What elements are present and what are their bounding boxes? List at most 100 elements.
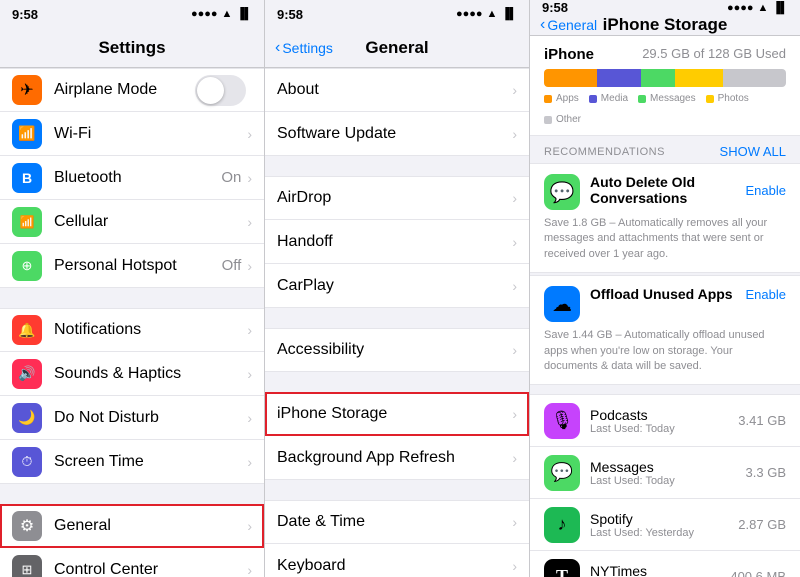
cellular-chevron: ›	[247, 214, 252, 230]
row-carplay[interactable]: CarPlay ›	[265, 264, 529, 308]
msep4	[265, 480, 529, 500]
wifi-icon: ▲	[222, 8, 233, 20]
legend-label-photos: Photos	[718, 93, 749, 104]
screentime-icon: ⏱	[12, 447, 42, 477]
rec-enable-auto-delete[interactable]: Enable	[746, 183, 786, 198]
control-chevron: ›	[247, 562, 252, 577]
spotify-size: 2.87 GB	[738, 517, 786, 532]
rec-title-offload: Offload Unused Apps	[590, 286, 733, 302]
sounds-chevron: ›	[247, 366, 252, 382]
cellular-icon: 📶	[12, 207, 42, 237]
bluetooth-label: Bluetooth	[54, 169, 221, 187]
storage-back-btn[interactable]: ‹ General	[540, 16, 597, 34]
status-icons-left: ●●●● ▲ ▐▌	[191, 8, 252, 20]
keyboard-chevron: ›	[512, 558, 517, 574]
screentime-label: Screen Time	[54, 453, 247, 471]
signal-icon-m: ●●●●	[456, 8, 483, 20]
row-iphone-storage[interactable]: iPhone Storage ›	[265, 392, 529, 436]
wifi-icon-r: ▲	[758, 2, 769, 14]
sounds-label: Sounds & Haptics	[54, 365, 247, 383]
podcasts-size: 3.41 GB	[738, 413, 786, 428]
general-list: About › Software Update › AirDrop › Hand…	[265, 68, 529, 577]
general-back-btn[interactable]: ‹ Settings	[275, 39, 333, 57]
about-chevron: ›	[512, 82, 517, 98]
row-hotspot[interactable]: ⊕ Personal Hotspot Off ›	[0, 244, 264, 288]
row-airplane[interactable]: ✈ Airplane Mode	[0, 68, 264, 112]
row-sounds[interactable]: 🔊 Sounds & Haptics ›	[0, 352, 264, 396]
app-row-messages[interactable]: 💬 Messages Last Used: Today 3.3 GB	[530, 447, 800, 499]
dnd-label: Do Not Disturb	[54, 409, 247, 427]
row-airdrop[interactable]: AirDrop ›	[265, 176, 529, 220]
general-section-4: iPhone Storage › Background App Refresh …	[265, 392, 529, 480]
date-time-label: Date & Time	[277, 513, 512, 531]
sounds-icon: 🔊	[12, 359, 42, 389]
legend-dot-media	[589, 95, 597, 103]
airplane-toggle[interactable]	[195, 75, 246, 106]
messages-size: 3.3 GB	[746, 465, 786, 480]
row-software[interactable]: Software Update ›	[265, 112, 529, 156]
legend-label-other: Other	[556, 114, 581, 125]
general-icon: ⚙	[12, 511, 42, 541]
podcasts-name: Podcasts	[590, 407, 738, 423]
storage-bar-header: iPhone 29.5 GB of 128 GB Used	[544, 46, 786, 63]
battery-icon: ▐▌	[236, 8, 252, 20]
bluetooth-value: On	[221, 169, 241, 186]
right-nav-bar: ‹ General iPhone Storage	[530, 15, 800, 36]
row-about[interactable]: About ›	[265, 68, 529, 112]
control-label: Control Center	[54, 561, 247, 577]
legend-label-media: Media	[601, 93, 628, 104]
general-label: General	[54, 517, 247, 535]
rec-icon-offload: ☁	[544, 286, 580, 322]
general-panel: 9:58 ●●●● ▲ ▐▌ ‹ Settings General About …	[265, 0, 530, 577]
nytimes-info: NYTimes Last Used: 4/30/19	[590, 563, 730, 577]
battery-icon-m: ▐▌	[501, 8, 517, 20]
row-dnd[interactable]: 🌙 Do Not Disturb ›	[0, 396, 264, 440]
app-row-nytimes[interactable]: T NYTimes Last Used: 4/30/19 400.6 MB	[530, 551, 800, 577]
rec-title-auto-delete: Auto Delete Old Conversations	[590, 174, 746, 206]
date-time-chevron: ›	[512, 514, 517, 530]
legend-photos: Photos	[706, 93, 749, 104]
nytimes-icon: T	[544, 559, 580, 577]
carplay-label: CarPlay	[277, 277, 512, 295]
messages-last-used: Last Used: Today	[590, 475, 746, 487]
row-cellular[interactable]: 📶 Cellular ›	[0, 200, 264, 244]
rec-show-all-btn[interactable]: SHOW ALL	[720, 144, 786, 159]
row-bg-refresh[interactable]: Background App Refresh ›	[265, 436, 529, 480]
section-alerts: 🔔 Notifications › 🔊 Sounds & Haptics › 🌙…	[0, 308, 264, 484]
middle-nav-title: General	[365, 38, 428, 58]
nytimes-size: 400.6 MB	[730, 569, 786, 577]
airplane-label: Airplane Mode	[54, 81, 195, 99]
keyboard-label: Keyboard	[277, 557, 512, 575]
row-notifications[interactable]: 🔔 Notifications ›	[0, 308, 264, 352]
storage-used-label: 29.5 GB of 128 GB Used	[642, 46, 786, 63]
row-keyboard[interactable]: Keyboard ›	[265, 544, 529, 577]
row-date-time[interactable]: Date & Time ›	[265, 500, 529, 544]
msep2	[265, 308, 529, 328]
row-general[interactable]: ⚙ General ›	[0, 504, 264, 548]
app-row-spotify[interactable]: ♪ Spotify Last Used: Yesterday 2.87 GB	[530, 499, 800, 551]
row-bluetooth[interactable]: B Bluetooth On ›	[0, 156, 264, 200]
row-wifi[interactable]: 📶 Wi-Fi ›	[0, 112, 264, 156]
row-accessibility[interactable]: Accessibility ›	[265, 328, 529, 372]
podcasts-icon: 🎙	[544, 403, 580, 439]
row-handoff[interactable]: Handoff ›	[265, 220, 529, 264]
messages-app-name: Messages	[590, 459, 746, 475]
dnd-icon: 🌙	[12, 403, 42, 433]
row-screentime[interactable]: ⏱ Screen Time ›	[0, 440, 264, 484]
accessibility-chevron: ›	[512, 342, 517, 358]
rec-title-row-2: Offload Unused Apps Enable	[590, 286, 786, 302]
iphone-storage-chevron: ›	[512, 406, 517, 422]
time-right: 9:58	[542, 0, 568, 15]
spotify-icon: ♪	[544, 507, 580, 543]
rec-enable-offload[interactable]: Enable	[746, 287, 786, 302]
row-control[interactable]: ⊞ Control Center ›	[0, 548, 264, 577]
back-chevron-m: ‹	[275, 39, 280, 57]
bluetooth-chevron: ›	[247, 170, 252, 186]
battery-icon-r: ▐▌	[772, 2, 788, 14]
storage-device-name: iPhone	[544, 46, 594, 63]
wifi-row-icon: 📶	[12, 119, 42, 149]
signal-icon-r: ●●●●	[727, 2, 754, 14]
app-row-podcasts[interactable]: 🎙 Podcasts Last Used: Today 3.41 GB	[530, 395, 800, 447]
bar-messages	[641, 69, 675, 87]
rec-card-header-2: ☁ Offload Unused Apps Enable	[544, 286, 786, 322]
